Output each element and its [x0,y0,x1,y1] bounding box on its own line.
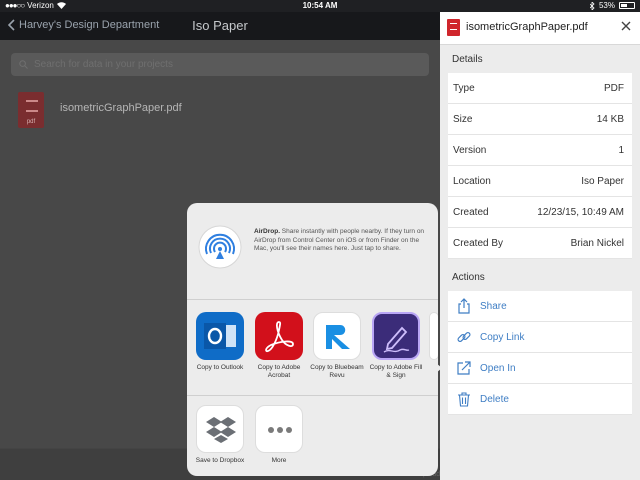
file-details-panel: isometricGraphPaper.pdf Details Type PDF… [440,12,640,480]
detail-value: Iso Paper [581,176,624,187]
detail-value: Brian Nickel [570,238,624,249]
share-action[interactable]: Share [448,291,632,322]
panel-header: isometricGraphPaper.pdf [440,12,640,45]
dropbox-icon [196,405,244,453]
action-label: Copy Link [480,332,525,343]
detail-row-created-by: Created By Brian Nickel [448,228,632,259]
app-icon-partial [429,312,438,360]
search-placeholder: Search for data in your projects [34,59,173,70]
battery-icon [619,2,635,9]
copy-to-fill-sign-button[interactable]: Copy to Adobe Fill & Sign [367,312,425,380]
acrobat-icon [255,312,303,360]
pdf-icon-label: pdf [26,119,36,125]
airdrop-icon [198,225,242,269]
copy-to-acrobat-button[interactable]: Copy to Adobe Acrobat [250,312,308,380]
share-item-label: Copy to Adobe Acrobat [257,364,301,379]
detail-key: Location [453,176,491,187]
detail-key: Created By [453,238,504,249]
search-icon [19,60,28,69]
open-in-icon [457,361,471,375]
next-app-partial[interactable] [429,312,438,360]
fill-sign-icon [372,312,420,360]
detail-key: Type [453,83,475,94]
share-sheet-pointer [436,363,442,373]
share-icon [458,298,470,314]
detail-value: 1 [618,145,624,156]
trash-icon [458,392,470,407]
delete-action[interactable]: Delete [448,384,632,415]
file-row[interactable]: pdf isometricGraphPaper.pdf [0,92,440,132]
action-label: Delete [480,394,509,405]
airdrop-section[interactable]: AirDrop. Share instantly with people nea… [187,203,438,300]
detail-key: Size [453,114,473,125]
open-in-action[interactable]: Open In [448,353,632,384]
status-bar: ●●●○○ Verizon 10:54 AM 53% [0,0,640,12]
save-to-dropbox-button[interactable]: Save to Dropbox [191,405,249,465]
share-apps-row: Copy to Outlook Copy to Adobe Acrobat Co… [187,300,438,396]
nav-title: Iso Paper [192,18,248,33]
detail-row-version: Version 1 [448,135,632,166]
share-item-label: Copy to Adobe Fill & Sign [369,364,423,379]
share-actions-row: Save to Dropbox More [187,396,438,476]
detail-row-type: Type PDF [448,73,632,104]
detail-key: Created [453,207,489,218]
pdf-file-icon [447,19,460,36]
bluetooth-icon [589,1,595,10]
navigation-bar: Harvey's Design Department Iso Paper [0,12,440,40]
bluebeam-icon [313,312,361,360]
share-item-label: More [271,457,287,464]
more-icon [255,405,303,453]
close-button[interactable] [621,20,631,34]
close-icon [621,21,631,31]
airdrop-description: AirDrop. Share instantly with people nea… [254,228,430,254]
detail-value: PDF [604,83,624,94]
actions-header: Actions [452,272,485,283]
airdrop-title: AirDrop. [254,228,280,235]
outlook-icon [196,312,244,360]
search-input[interactable]: Search for data in your projects [11,53,429,76]
details-header: Details [452,54,483,65]
battery-percent: 53% [598,1,615,10]
action-label: Open In [480,363,516,374]
detail-row-location: Location Iso Paper [448,166,632,197]
detail-row-created: Created 12/23/15, 10:49 AM [448,197,632,228]
panel-title: isometricGraphPaper.pdf [466,21,588,33]
airdrop-body: Share instantly with people nearby. If t… [254,228,425,252]
copy-link-action[interactable]: Copy Link [448,322,632,353]
share-item-label: Save to Dropbox [195,457,245,464]
clock: 10:54 AM [302,1,338,10]
copy-to-outlook-button[interactable]: Copy to Outlook [191,312,249,372]
share-item-label: Copy to Bluebeam Revu [310,364,364,379]
share-item-label: Copy to Outlook [196,364,244,371]
link-icon [457,331,471,343]
detail-value: 14 KB [596,114,624,125]
pdf-file-icon: pdf [18,92,44,128]
file-name: isometricGraphPaper.pdf [60,102,182,114]
detail-key: Version [453,145,487,156]
copy-to-bluebeam-button[interactable]: Copy to Bluebeam Revu [308,312,366,380]
action-label: Share [480,301,507,312]
more-button[interactable]: More [250,405,308,465]
detail-value: 12/23/15, 10:49 AM [537,207,624,218]
share-sheet: AirDrop. Share instantly with people nea… [187,203,438,476]
detail-row-size: Size 14 KB [448,104,632,135]
